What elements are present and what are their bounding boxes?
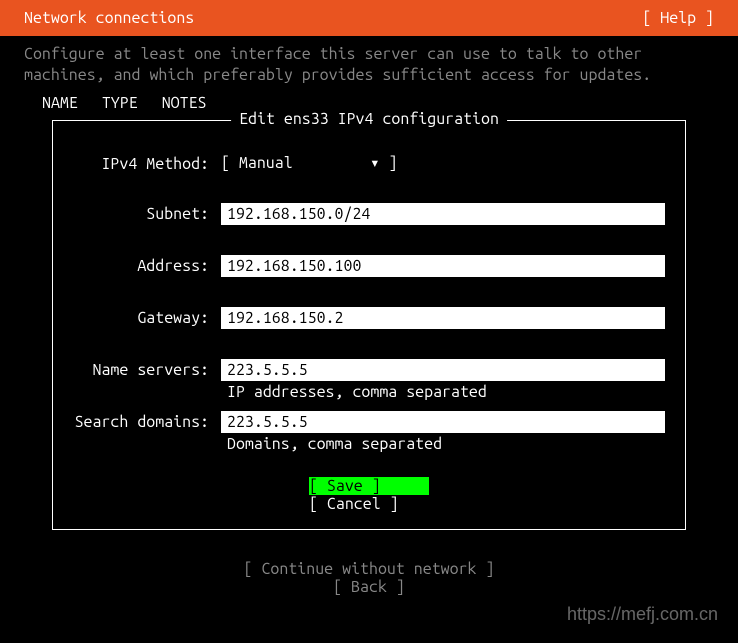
input-address[interactable]: 192.168.150.100 (221, 255, 665, 277)
page-title: Network connections (24, 9, 194, 27)
input-searchdomains[interactable]: 223.5.5.5 (221, 411, 665, 433)
dropdown-value: [ Manual (221, 154, 361, 172)
row-searchdomains: Search domains: 223.5.5.5 Domains, comma… (53, 411, 685, 453)
hint-nameservers: IP addresses, comma separated (221, 383, 665, 401)
label-method: IPv4 Method: (73, 153, 221, 173)
row-method: IPv4 Method: [ Manual ▾ ] (53, 153, 685, 173)
chevron-down-icon: ▾ ] (370, 154, 398, 172)
dialog-title: Edit ens33 IPv4 configuration (231, 110, 507, 128)
cancel-button[interactable]: [ Cancel ] (309, 495, 429, 513)
input-nameservers[interactable]: 223.5.5.5 (221, 359, 665, 381)
col-type: TYPE (102, 94, 138, 112)
hint-searchdomains: Domains, comma separated (221, 435, 665, 453)
dialog-buttons: [ Save ] [ Cancel ] (53, 477, 685, 513)
page-description: Configure at least one interface this se… (0, 36, 738, 90)
col-notes: NOTES (162, 94, 207, 112)
input-subnet[interactable]: 192.168.150.0/24 (221, 203, 665, 225)
col-name: NAME (42, 94, 78, 112)
back-button[interactable]: [ Back ] (244, 578, 494, 596)
row-address: Address: 192.168.150.100 (53, 255, 685, 277)
input-gateway[interactable]: 192.168.150.2 (221, 307, 665, 329)
row-gateway: Gateway: 192.168.150.2 (53, 307, 685, 329)
label-subnet: Subnet: (73, 203, 221, 223)
label-address: Address: (73, 255, 221, 275)
save-button[interactable]: [ Save ] (309, 477, 429, 495)
dialog-box: Edit ens33 IPv4 configuration IPv4 Metho… (52, 120, 686, 530)
label-searchdomains: Search domains: (73, 411, 221, 431)
help-button[interactable]: [ Help ] (642, 9, 714, 27)
header-bar: Network connections [ Help ] (0, 0, 738, 36)
dialog-wrapper: Edit ens33 IPv4 configuration IPv4 Metho… (0, 120, 738, 530)
continue-without-network-button[interactable]: [ Continue without network ] (244, 560, 495, 578)
label-nameservers: Name servers: (73, 359, 221, 379)
bottom-actions: [ Continue without network ] [ Back ] (0, 560, 738, 596)
watermark: https://mefj.com.cn (567, 604, 718, 625)
label-gateway: Gateway: (73, 307, 221, 327)
row-subnet: Subnet: 192.168.150.0/24 (53, 203, 685, 225)
row-nameservers: Name servers: 223.5.5.5 IP addresses, co… (53, 359, 685, 401)
dropdown-ipv4-method[interactable]: [ Manual ▾ ] (221, 153, 398, 172)
